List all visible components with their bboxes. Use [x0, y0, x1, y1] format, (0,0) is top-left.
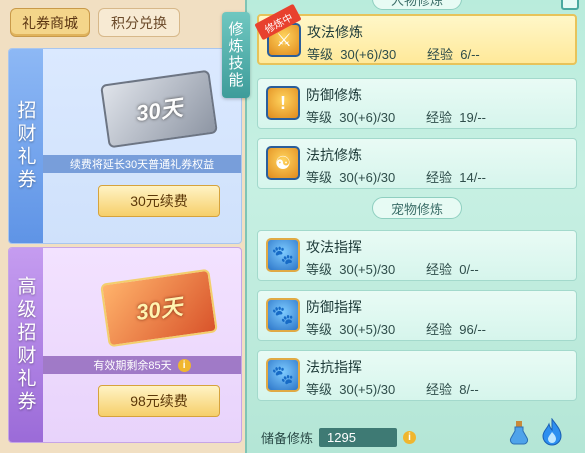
card-note-text: 续费将延长30天普通礼券权益 — [69, 159, 215, 171]
info-icon[interactable]: i — [403, 431, 417, 444]
flame-icon[interactable] — [541, 418, 563, 446]
card-note-text: 有效期剩余85天 — [93, 360, 172, 372]
card-title: 高级招财礼券 — [14, 276, 37, 414]
card-side-label: 招财礼券 — [9, 49, 43, 243]
reserve-cultivation: 储备修炼 1295 i — [261, 428, 417, 447]
ticket-image: 30天 — [100, 69, 218, 149]
vertical-title: 修炼技能 — [226, 21, 245, 89]
pet-skill-row-magic-resist[interactable]: 🐾 法抗指挥 等级 30(+5)/30 经验 8/-- — [257, 350, 577, 401]
card-side-label: 高级招财礼券 — [9, 248, 43, 442]
skill-level: 等级 30(+6)/30 — [306, 170, 396, 185]
renewal-panel: 礼券商城 积分兑换 招财礼券 30天 续费将延长30天普通礼券权益 30元续费 … — [0, 0, 245, 453]
tab-ticket-shop[interactable]: 礼券商城 — [10, 8, 90, 37]
ticket-card-premium: 高级招财礼券 30天 有效期剩余85天 i 98元续费 — [8, 247, 242, 443]
skill-name: 攻法指挥 — [306, 239, 362, 255]
skill-exp: 经验 0/-- — [426, 262, 479, 277]
renew-30-button[interactable]: 30元续费 — [98, 185, 220, 217]
section-pet-cultivation: 宠物修炼 — [372, 197, 462, 219]
skill-level: 等级 30(+5)/30 — [306, 262, 396, 277]
renew-98-button[interactable]: 98元续费 — [98, 385, 220, 417]
skill-exp: 经验 19/-- — [426, 110, 486, 125]
skill-level: 等级 30(+5)/30 — [306, 322, 396, 337]
reserve-value: 1295 — [319, 428, 398, 447]
skill-name: 法抗指挥 — [306, 359, 362, 375]
skill-name: 防御修炼 — [306, 87, 362, 103]
skill-exp: 经验 96/-- — [426, 322, 486, 337]
skill-exp: 经验 8/-- — [426, 382, 479, 397]
ticket-card-basic: 招财礼券 30天 续费将延长30天普通礼券权益 30元续费 — [8, 48, 242, 244]
edit-icon[interactable] — [561, 0, 579, 10]
info-icon[interactable]: i — [177, 358, 191, 372]
pet-attack-paw-icon: 🐾 — [266, 238, 300, 272]
skill-row-defense[interactable]: ! 防御修炼 等级 30(+6)/30 经验 19/-- — [257, 78, 577, 129]
skill-row-attack[interactable]: ⚔ 修炼中 攻法修炼 等级 30(+6)/30 经验 6/-- — [254, 3, 577, 65]
skill-exp: 经验 14/-- — [426, 170, 486, 185]
skill-level: 等级 30(+5)/30 — [306, 382, 396, 397]
card-title: 招财礼券 — [14, 100, 37, 192]
skill-level: 等级 30(+6)/30 — [306, 110, 396, 125]
cultivation-title-tab[interactable]: 修炼技能 — [222, 12, 250, 98]
card-note: 有效期剩余85天 i — [43, 356, 241, 374]
skill-name: 攻法修炼 — [307, 24, 363, 40]
section-character-cultivation: 人物修炼 — [372, 0, 462, 10]
pet-skill-row-defense[interactable]: 🐾 防御指挥 等级 30(+5)/30 经验 96/-- — [257, 290, 577, 341]
defense-shield-icon: ! — [266, 86, 300, 120]
skill-name: 法抗修炼 — [306, 147, 362, 163]
magic-resist-shield-icon: ☯ — [266, 146, 300, 180]
skill-exp: 经验 6/-- — [427, 47, 480, 62]
reserve-label: 储备修炼 — [261, 431, 314, 446]
cultivation-panel: 人物修炼 ⚔ 修炼中 攻法修炼 等级 30(+6)/30 经验 6/-- ! 防… — [245, 0, 585, 453]
pet-skill-row-attack[interactable]: 🐾 攻法指挥 等级 30(+5)/30 经验 0/-- — [257, 230, 577, 281]
pet-defense-paw-icon: 🐾 — [266, 298, 300, 332]
skill-row-magic-resist[interactable]: ☯ 法抗修炼 等级 30(+6)/30 经验 14/-- — [257, 138, 577, 189]
tab-points-exchange[interactable]: 积分兑换 — [98, 8, 180, 37]
skill-level: 等级 30(+6)/30 — [307, 47, 397, 62]
potion-icon[interactable] — [509, 420, 529, 446]
ticket-image: 30天 — [100, 268, 218, 348]
card-note: 续费将延长30天普通礼券权益 — [43, 155, 241, 173]
pet-magic-resist-paw-icon: 🐾 — [266, 358, 300, 392]
skill-name: 防御指挥 — [306, 299, 362, 315]
